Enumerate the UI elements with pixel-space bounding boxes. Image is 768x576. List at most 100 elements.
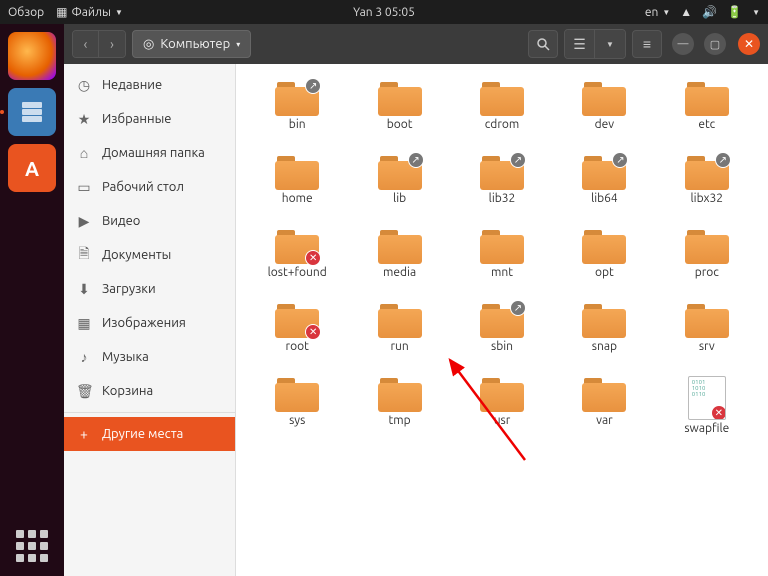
folder-item[interactable]: var	[553, 376, 655, 450]
sidebar-item[interactable]: ▦Изображения	[64, 306, 235, 340]
sidebar-icon: ▦	[76, 315, 92, 332]
item-label: lib	[393, 192, 406, 205]
symlink-badge-icon: ↗	[305, 78, 321, 94]
forward-button[interactable]: ›	[99, 31, 125, 57]
no-access-badge-icon: ✕	[711, 405, 726, 420]
sidebar-item-label: Видео	[102, 214, 140, 228]
activities-button[interactable]: Обзор	[8, 6, 44, 19]
item-label: opt	[595, 266, 614, 279]
folder-item[interactable]: sys	[246, 376, 348, 450]
folder-item[interactable]: ✕root	[246, 302, 348, 376]
app-menu-label: Файлы	[71, 6, 110, 19]
sidebar-item[interactable]: ⌂Домашняя папка	[64, 136, 235, 170]
folder-item[interactable]: boot	[348, 80, 450, 154]
folder-item[interactable]: usr	[451, 376, 553, 450]
sidebar-icon: ▶	[76, 213, 92, 230]
folder-icon	[685, 302, 729, 338]
folder-item[interactable]: cdrom	[451, 80, 553, 154]
item-label: usr	[494, 414, 511, 427]
folder-item[interactable]: home	[246, 154, 348, 228]
sidebar-item[interactable]: 🗑Корзина	[64, 374, 235, 408]
item-label: run	[390, 340, 408, 353]
battery-icon[interactable]: 🔋	[727, 5, 742, 19]
item-label: lib64	[591, 192, 618, 205]
minimize-button[interactable]: —	[672, 33, 694, 55]
sidebar-item[interactable]: ★Избранные	[64, 102, 235, 136]
no-access-badge-icon: ✕	[305, 250, 321, 266]
clock[interactable]: Yan 3 05:05	[353, 6, 415, 19]
volume-icon[interactable]: 🔊	[702, 5, 717, 19]
path-bar[interactable]: ◎ Компьютер ▾	[132, 30, 251, 58]
network-icon[interactable]: ▲	[680, 5, 692, 19]
view-options-button[interactable]: ▼	[595, 30, 625, 58]
folder-icon	[582, 302, 626, 338]
close-button[interactable]: ✕	[738, 33, 760, 55]
folder-icon	[582, 80, 626, 116]
dock-software[interactable]: A	[8, 144, 56, 192]
icon-view[interactable]: ↗binbootcdromdevetchome↗lib↗lib32↗lib64↗…	[236, 64, 768, 576]
folder-item[interactable]: tmp	[348, 376, 450, 450]
sidebar-other-locations[interactable]: +Другие места	[64, 417, 235, 451]
system-menu-chevron[interactable]: ▼	[752, 8, 760, 17]
sidebar-item[interactable]: ♪ Музыка	[64, 340, 235, 374]
item-label: sbin	[491, 340, 513, 353]
item-label: etc	[698, 118, 715, 131]
folder-icon	[582, 376, 626, 412]
item-label: boot	[387, 118, 413, 131]
sidebar-item[interactable]: ▭Рабочий стол	[64, 170, 235, 204]
dock-firefox[interactable]	[8, 32, 56, 80]
sidebar-item[interactable]: 🗎 Документы	[64, 238, 235, 272]
sidebar-item[interactable]: ▶ Видео	[64, 204, 235, 238]
sidebar-item-label: Другие места	[102, 427, 183, 441]
view-list-button[interactable]: ☰	[565, 30, 595, 58]
folder-item[interactable]: ↗lib	[348, 154, 450, 228]
folder-item[interactable]: ↗libx32	[656, 154, 758, 228]
folder-item[interactable]: dev	[553, 80, 655, 154]
sidebar-item-label: Загрузки	[102, 282, 156, 296]
folder-item[interactable]: ↗bin	[246, 80, 348, 154]
sidebar-item-label: Музыка	[102, 350, 149, 364]
input-source[interactable]: en ▼	[645, 6, 670, 19]
folder-item[interactable]: ↗sbin	[451, 302, 553, 376]
folder-item[interactable]: proc	[656, 228, 758, 302]
folder-item[interactable]: ✕lost+found	[246, 228, 348, 302]
maximize-button[interactable]: ▢	[704, 33, 726, 55]
item-label: srv	[699, 340, 715, 353]
folder-item[interactable]: ↗lib64	[553, 154, 655, 228]
folder-icon	[378, 80, 422, 116]
folder-icon	[480, 228, 524, 264]
back-button[interactable]: ‹	[73, 31, 99, 57]
file-item[interactable]: 010110100110✕swapfile	[656, 376, 758, 450]
sidebar-icon: ♪	[76, 349, 92, 365]
folder-icon	[378, 228, 422, 264]
dock-files[interactable]	[8, 88, 56, 136]
sidebar-item[interactable]: ⬇Загрузки	[64, 272, 235, 306]
file-icon: 010110100110✕	[688, 376, 726, 420]
search-button[interactable]	[528, 30, 558, 58]
symlink-badge-icon: ↗	[715, 152, 731, 168]
folder-item[interactable]: run	[348, 302, 450, 376]
folder-item[interactable]: media	[348, 228, 450, 302]
path-label: Компьютер	[160, 37, 230, 51]
folder-icon	[275, 154, 319, 190]
app-menu[interactable]: ▦ Файлы ▼	[56, 5, 123, 19]
folder-item[interactable]: mnt	[451, 228, 553, 302]
no-access-badge-icon: ✕	[305, 324, 321, 340]
headerbar: ‹ › ◎ Компьютер ▾ ☰ ▼ ≡ — ▢ ✕	[64, 24, 768, 64]
hamburger-menu[interactable]: ≡	[632, 30, 662, 58]
folder-item[interactable]: ↗lib32	[451, 154, 553, 228]
sidebar-item-label: Документы	[102, 248, 171, 262]
chevron-down-icon: ▾	[236, 40, 240, 49]
folder-icon: ↗	[685, 154, 729, 190]
chevron-down-icon: ▼	[115, 8, 123, 17]
sidebar-icon: 🗎	[76, 243, 92, 267]
sidebar-item[interactable]: ◷Недавние	[64, 68, 235, 102]
show-applications[interactable]	[12, 526, 52, 566]
folder-item[interactable]: snap	[553, 302, 655, 376]
gnome-topbar: Обзор ▦ Файлы ▼ Yan 3 05:05 en ▼ ▲ 🔊 🔋 ▼	[0, 0, 768, 24]
item-label: home	[282, 192, 313, 205]
folder-item[interactable]: opt	[553, 228, 655, 302]
folder-item[interactable]: etc	[656, 80, 758, 154]
folder-item[interactable]: srv	[656, 302, 758, 376]
folder-icon	[480, 80, 524, 116]
